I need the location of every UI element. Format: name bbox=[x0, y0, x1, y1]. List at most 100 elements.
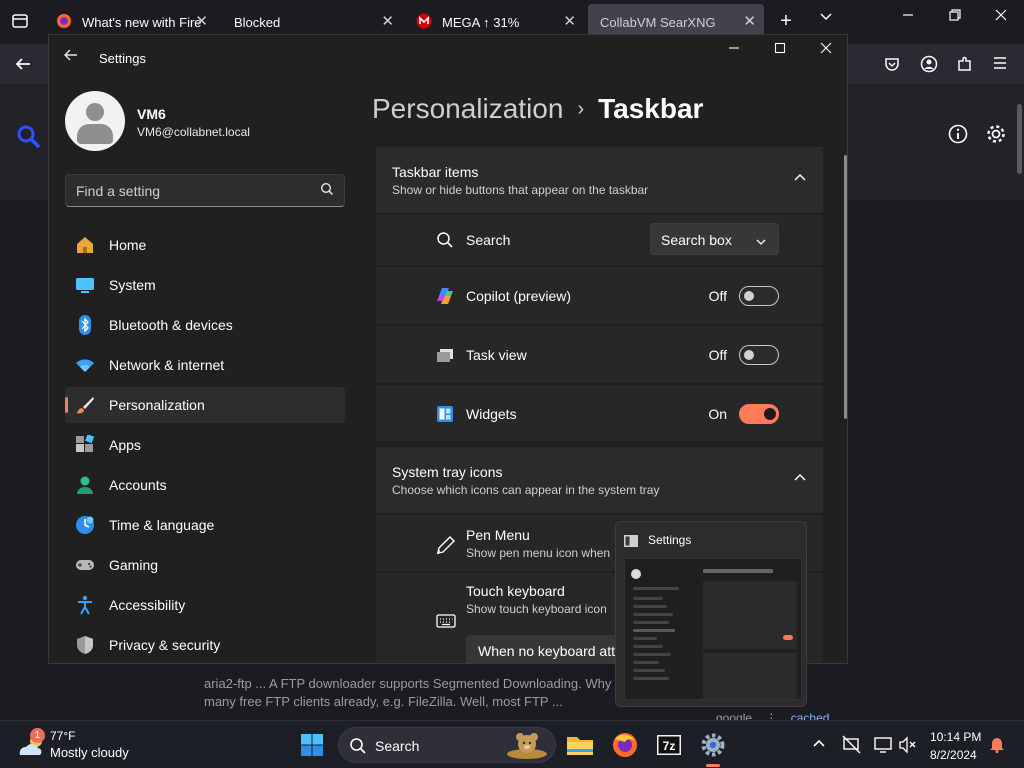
widgets-toggle[interactable] bbox=[739, 404, 779, 424]
settings-thumbnail-preview[interactable]: Settings bbox=[615, 521, 807, 707]
file-explorer-button[interactable] bbox=[564, 729, 596, 761]
system-icon bbox=[75, 275, 95, 295]
personalization-icon bbox=[75, 395, 95, 415]
search-icon[interactable] bbox=[320, 182, 334, 201]
settings-title-bar: Settings bbox=[49, 35, 847, 81]
sidebar-item-label: Time & language bbox=[109, 517, 215, 533]
sidebar-item-home[interactable]: Home bbox=[65, 227, 345, 263]
weather-alert-badge: 1 bbox=[30, 728, 45, 743]
avatar-head bbox=[86, 103, 104, 121]
preferences-gear-icon[interactable] bbox=[985, 123, 1007, 150]
sidebar-item-personalization[interactable]: Personalization bbox=[65, 387, 345, 423]
search-icon bbox=[349, 737, 367, 760]
page-scrollbar[interactable] bbox=[1017, 104, 1022, 174]
sidebar-item-bluetooth[interactable]: Bluetooth & devices bbox=[65, 307, 345, 343]
close-tab-icon[interactable]: ✕ bbox=[381, 12, 394, 30]
row-description: Show touch keyboard icon bbox=[466, 602, 607, 616]
sidebar-item-label: Accessibility bbox=[109, 597, 186, 613]
show-hidden-icons-chevron-icon[interactable] bbox=[811, 735, 831, 755]
account-icon[interactable] bbox=[919, 55, 939, 78]
settings-app-icon bbox=[624, 534, 638, 547]
avatar[interactable] bbox=[65, 91, 125, 151]
thumbnail-title: Settings bbox=[648, 533, 692, 547]
toggle-knob bbox=[764, 408, 776, 420]
tab-label: MEGA ↑ 31% bbox=[442, 14, 520, 30]
taskbar-search-box[interactable]: Search bbox=[338, 727, 556, 763]
extensions-icon[interactable] bbox=[955, 55, 975, 78]
weather-description[interactable]: Mostly cloudy bbox=[50, 745, 129, 760]
row-label: Task view bbox=[466, 347, 527, 363]
task-view-row: Task view Off bbox=[376, 324, 823, 383]
section-subtitle: Show or hide buttons that appear on the … bbox=[392, 183, 649, 197]
bluetooth-icon bbox=[75, 315, 95, 335]
section-header[interactable]: System tray icons Choose which icons can… bbox=[376, 447, 823, 513]
back-arrow-icon[interactable] bbox=[63, 47, 79, 68]
folder-icon bbox=[567, 737, 593, 755]
close-tab-icon[interactable]: ✕ bbox=[563, 12, 576, 30]
close-tab-icon[interactable]: ✕ bbox=[743, 12, 756, 30]
network-disconnected-icon[interactable] bbox=[842, 735, 862, 755]
display-icon[interactable] bbox=[873, 735, 893, 755]
mini-nav-line bbox=[633, 597, 663, 600]
row-label: Pen Menu bbox=[466, 527, 530, 543]
tab-label: Blocked bbox=[234, 14, 281, 30]
back-arrow-icon[interactable] bbox=[12, 55, 34, 78]
sidebar-item-gaming[interactable]: Gaming bbox=[65, 547, 345, 583]
info-icon[interactable] bbox=[948, 124, 968, 149]
pocket-icon[interactable] bbox=[882, 55, 902, 78]
volume-muted-icon[interactable] bbox=[898, 735, 918, 755]
firefox-view-icon[interactable] bbox=[10, 12, 30, 35]
sidebar-item-label: Gaming bbox=[109, 557, 159, 573]
maximize-icon[interactable] bbox=[773, 41, 787, 59]
mini-nav-line bbox=[633, 613, 673, 616]
chevron-up-icon[interactable] bbox=[793, 171, 807, 190]
sidebar-item-accessibility[interactable]: Accessibility bbox=[65, 587, 345, 623]
copilot-toggle[interactable] bbox=[739, 286, 779, 306]
sidebar-item-network[interactable]: Network & internet bbox=[65, 347, 345, 383]
firefox-logo-icon bbox=[56, 13, 74, 31]
network-icon bbox=[75, 355, 95, 375]
search-mode-dropdown[interactable]: Search box bbox=[650, 223, 779, 255]
chevron-up-icon[interactable] bbox=[793, 471, 807, 490]
new-tab-button[interactable]: + bbox=[776, 10, 796, 33]
minimize-icon[interactable] bbox=[898, 8, 918, 27]
mini-nav-line bbox=[633, 669, 665, 672]
start-button[interactable] bbox=[296, 729, 328, 761]
list-all-tabs-icon[interactable] bbox=[814, 10, 838, 29]
restore-icon[interactable] bbox=[945, 8, 965, 27]
firefox-button[interactable] bbox=[609, 729, 641, 761]
home-icon bbox=[75, 235, 95, 255]
menu-icon[interactable] bbox=[990, 55, 1010, 76]
taskbar-clock[interactable]: 10:14 PM 8/2/2024 bbox=[930, 729, 981, 763]
task-view-toggle[interactable] bbox=[739, 345, 779, 365]
time-language-icon bbox=[75, 515, 95, 535]
settings-scrollbar[interactable] bbox=[844, 155, 847, 419]
find-setting-box[interactable] bbox=[65, 174, 345, 207]
row-label: Widgets bbox=[466, 406, 517, 422]
mini-toggle-on bbox=[783, 635, 793, 640]
breadcrumb-parent[interactable]: Personalization bbox=[372, 93, 563, 124]
sidebar-item-privacy[interactable]: Privacy & security bbox=[65, 627, 345, 663]
7zip-button[interactable]: 7z bbox=[653, 729, 685, 761]
search-label: Search bbox=[375, 738, 420, 754]
close-tab-icon[interactable]: ✕ bbox=[195, 12, 208, 30]
close-window-icon[interactable] bbox=[991, 8, 1011, 27]
gear-icon bbox=[701, 733, 725, 757]
searxng-search-icon[interactable] bbox=[16, 124, 42, 155]
section-header[interactable]: Taskbar items Show or hide buttons that … bbox=[376, 147, 823, 213]
sidebar-item-time-language[interactable]: Time & language bbox=[65, 507, 345, 543]
notification-bell-icon[interactable] bbox=[988, 735, 1008, 755]
search-icon bbox=[436, 231, 456, 251]
minimize-icon[interactable] bbox=[727, 41, 741, 59]
sidebar-item-system[interactable]: System bbox=[65, 267, 345, 303]
sidebar-item-apps[interactable]: Apps bbox=[65, 427, 345, 463]
sidebar-item-accounts[interactable]: Accounts bbox=[65, 467, 345, 503]
sidebar-item-label: Personalization bbox=[109, 397, 205, 413]
settings-taskbar-button[interactable] bbox=[697, 729, 729, 767]
weather-temperature[interactable]: 77°F bbox=[50, 729, 75, 743]
search-input[interactable] bbox=[76, 182, 306, 200]
sidebar-item-label: Privacy & security bbox=[109, 637, 221, 653]
close-icon[interactable] bbox=[819, 41, 833, 59]
copilot-row: Copilot (preview) Off bbox=[376, 265, 823, 324]
avatar-body bbox=[77, 124, 113, 144]
